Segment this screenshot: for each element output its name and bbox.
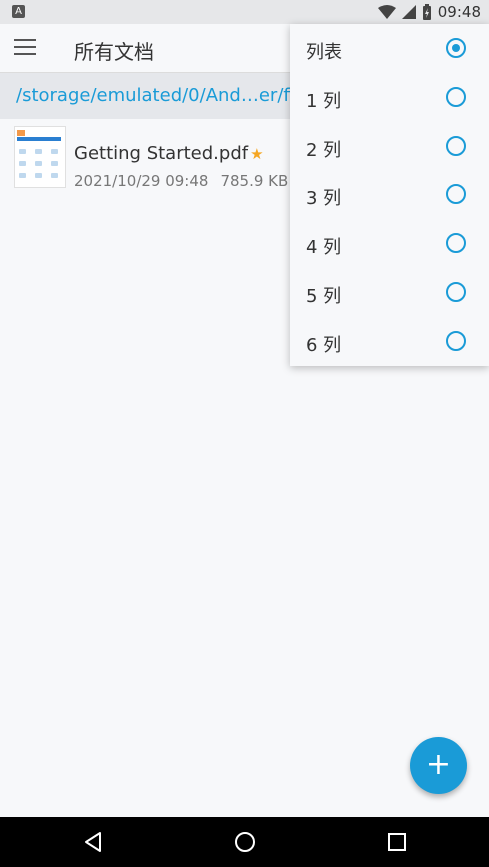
menu-item-label: 列表 xyxy=(306,42,342,63)
file-size: 785.9 KB xyxy=(220,172,289,190)
radio-icon[interactable] xyxy=(446,330,466,351)
home-icon[interactable] xyxy=(232,829,258,855)
menu-item-label: 2 列 xyxy=(306,139,342,161)
menu-item-2-col[interactable]: 2 列 xyxy=(290,122,489,171)
menu-item-6-col[interactable]: 6 列 xyxy=(290,317,489,366)
view-mode-menu: 列表 1 列 2 列 3 列 4 列 5 列 6 列 xyxy=(290,24,489,366)
wifi-icon xyxy=(377,5,396,19)
file-thumbnail xyxy=(14,126,66,188)
breadcrumb-path[interactable]: /storage/emulated/0/And…er/fil xyxy=(16,85,300,106)
status-time: 09:48 xyxy=(437,3,481,21)
recents-icon[interactable] xyxy=(384,829,410,855)
file-name: Getting Started.pdf ★ xyxy=(74,143,264,164)
back-icon[interactable] xyxy=(80,829,106,855)
menu-item-3-col[interactable]: 3 列 xyxy=(290,170,489,219)
add-fab-button[interactable]: + xyxy=(410,737,467,794)
menu-item-label: 6 列 xyxy=(306,334,342,356)
menu-item-list[interactable]: 列表 xyxy=(290,24,489,73)
menu-item-label: 3 列 xyxy=(306,188,342,210)
menu-item-label: 1 列 xyxy=(306,90,342,112)
menu-icon[interactable] xyxy=(14,39,36,57)
status-bar: A 09:48 xyxy=(0,0,489,24)
page-title: 所有文档 xyxy=(74,40,154,64)
radio-icon[interactable] xyxy=(446,233,466,254)
radio-selected-icon[interactable] xyxy=(446,38,466,58)
radio-icon[interactable] xyxy=(446,135,466,156)
radio-icon[interactable] xyxy=(446,184,466,205)
file-name-text: Getting Started.pdf xyxy=(74,143,249,164)
star-icon: ★ xyxy=(250,145,264,163)
menu-item-5-col[interactable]: 5 列 xyxy=(290,268,489,317)
notification-icon: A xyxy=(12,5,25,18)
system-nav-bar xyxy=(0,817,489,867)
menu-item-label: 4 列 xyxy=(306,237,342,259)
signal-icon xyxy=(401,5,416,19)
radio-icon[interactable] xyxy=(446,281,466,302)
battery-icon xyxy=(422,4,431,20)
menu-item-4-col[interactable]: 4 列 xyxy=(290,219,489,268)
file-date: 2021/10/29 09:48 xyxy=(74,172,209,190)
menu-item-1-col[interactable]: 1 列 xyxy=(290,73,489,122)
file-meta: 2021/10/29 09:48 785.9 KB xyxy=(74,172,288,190)
status-icons: 09:48 xyxy=(377,3,481,21)
menu-item-label: 5 列 xyxy=(306,285,342,307)
radio-icon[interactable] xyxy=(446,86,466,107)
